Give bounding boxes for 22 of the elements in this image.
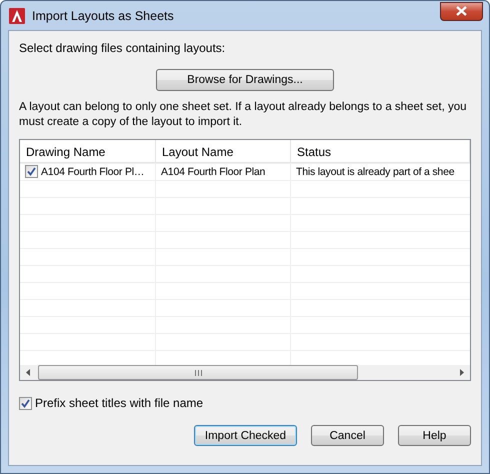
instruction-label: Select drawing files containing layouts: — [19, 41, 226, 55]
column-header[interactable]: Status — [291, 140, 470, 162]
dialog-button[interactable]: Cancel — [311, 425, 384, 446]
app-logo-icon — [9, 8, 25, 24]
dialog-button[interactable]: Import Checked — [194, 425, 297, 446]
close-button[interactable] — [440, 2, 483, 20]
dialog-button[interactable]: Help — [398, 425, 471, 446]
table-cell: A104 Fourth Floor Pl… — [41, 166, 144, 178]
close-icon — [456, 6, 467, 16]
window-title: Import Layouts as Sheets — [32, 8, 175, 22]
column-header[interactable]: Drawing Name — [20, 140, 156, 162]
horizontal-scrollbar[interactable] — [20, 365, 470, 380]
checkbox-label[interactable]: Prefix sheet titles with file name — [35, 396, 204, 410]
table-cell: This layout is already part of a shee — [296, 166, 454, 178]
table-cell: A104 Fourth Floor Plan — [161, 166, 266, 178]
scroll-right-icon[interactable] — [460, 369, 464, 376]
scroll-left-icon[interactable] — [26, 369, 30, 376]
column-header[interactable]: Layout Name — [156, 140, 291, 162]
checkbox[interactable] — [25, 165, 38, 178]
browse-button[interactable]: Browse for Drawings... — [156, 69, 334, 91]
note-text: A layout can belong to only one sheet set. If a layout already belongs to a sheet set, you must create a copy of the layout to import it. — [19, 100, 468, 130]
checkbox[interactable] — [19, 396, 32, 410]
